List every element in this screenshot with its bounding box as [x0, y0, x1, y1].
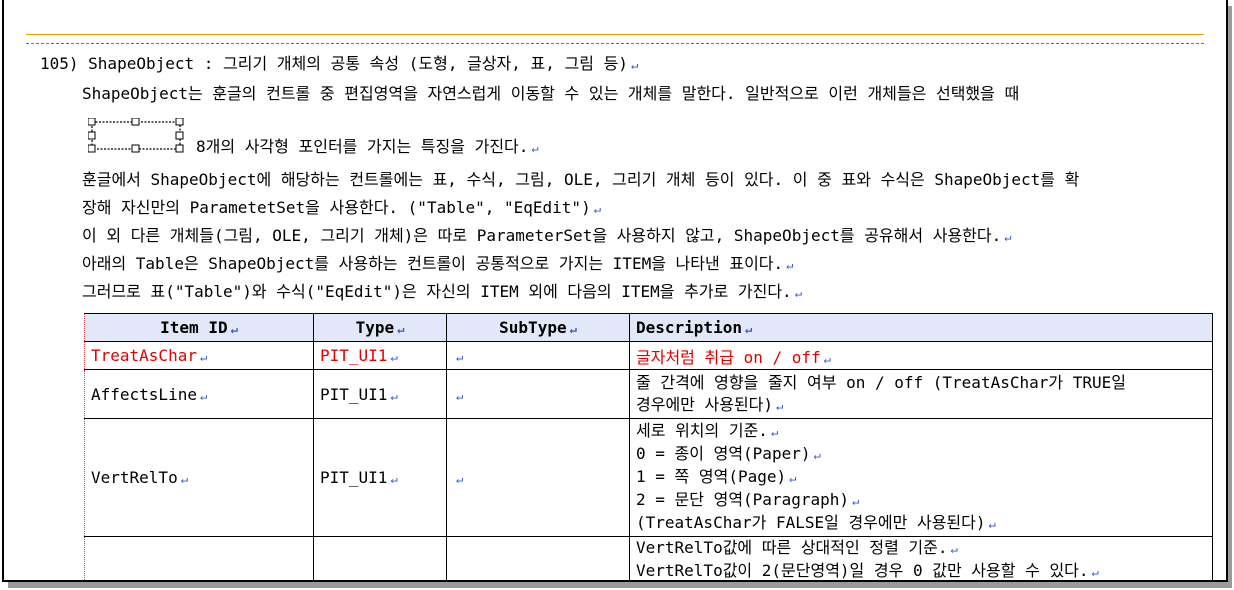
- page-shadow-bottom: [8, 582, 1232, 588]
- return-mark-icon: ↵: [390, 388, 398, 403]
- paragraph-4: 아래의 Table은 ShapeObject를 사용하는 컨트롤이 공통적으로 …: [82, 254, 794, 273]
- description-line: (TreatAsChar가 FALSE일 경우에만 사용된다) ↵: [636, 513, 996, 532]
- cell-item-id: VertRelTo ↵: [84, 418, 314, 537]
- header-dashed-rule: [26, 43, 1204, 44]
- cell-subtype: [446, 536, 630, 580]
- cell-type: [313, 536, 447, 580]
- return-mark-icon: ↵: [390, 350, 398, 364]
- return-mark-icon: ↵: [397, 322, 405, 336]
- return-mark-icon: ↵: [569, 322, 577, 336]
- cell-item-id: [84, 536, 314, 580]
- return-mark-icon: ↵: [456, 350, 464, 364]
- cell-item-id: TreatAsChar ↵: [84, 341, 314, 370]
- description-line: VertRelTo값이 2(문단영역)일 경우 0 값만 사용할 수 있다. ↵: [636, 561, 1099, 580]
- return-mark-icon: ↵: [744, 322, 753, 336]
- return-mark-icon: ↵: [813, 448, 821, 462]
- return-mark-icon: ↵: [950, 542, 958, 556]
- return-mark-icon: ↵: [456, 472, 464, 486]
- description-line: 줄 간격에 영향을 줄지 여부 on / off (TreatAsChar가 T…: [636, 372, 1126, 392]
- selection-handles-figure: [88, 118, 184, 153]
- item-table: Item ID ↵ Type ↵ SubType ↵ Description ↵ Tre…: [84, 313, 1213, 580]
- cell-type: PIT_UI1 ↵: [313, 369, 447, 419]
- table-row: AffectsLine ↵ PIT_UI1 ↵ ↵ 줄 간격에 영향을 줄지 여부 …: [84, 369, 1213, 419]
- table-row: VertRelTo값에 따른 상대적인 정렬 기준. ↵ VertRelTo값이 …: [84, 536, 1213, 580]
- description-line: 1 = 쪽 영역(Page) ↵: [636, 467, 797, 486]
- cell-description: 세로 위치의 기준. ↵ 0 = 종이 영역(Paper) ↵ 1 = 쪽 영역(P…: [629, 418, 1213, 537]
- return-mark-icon: ↵: [180, 472, 188, 486]
- return-mark-icon: ↵: [786, 258, 794, 272]
- return-mark-icon: ↵: [199, 388, 208, 403]
- return-mark-icon: ↵: [988, 517, 996, 531]
- column-header-item-id: Item ID ↵: [84, 313, 314, 342]
- return-mark-icon: ↵: [823, 351, 831, 366]
- return-mark-icon: ↵: [1004, 230, 1012, 244]
- return-mark-icon: ↵: [770, 425, 779, 439]
- document-page[interactable]: 105) ShapeObject : 그리기 개체의 공통 속성 (도형, 글상…: [2, 0, 1228, 582]
- return-mark-icon: ↵: [199, 350, 208, 364]
- paragraph-2-line-2: 장해 자신만의 ParametetSet을 사용한다. ("Table", "E…: [82, 198, 601, 217]
- paragraph-1-continued: 8개의 사각형 포인터를 가지는 특징을 가진다. ↵: [196, 137, 539, 156]
- paragraph-1: ShapeObject는 훈글의 컨트롤 중 편집영역을 자연스럽게 이동할 수…: [82, 84, 1020, 103]
- column-header-description: Description ↵: [629, 313, 1213, 342]
- paragraph-3: 이 외 다른 개체들(그림, OLE, 그리기 개체)은 따로 Paramete…: [82, 226, 1012, 245]
- description-line: VertRelTo값에 따른 상대적인 정렬 기준. ↵: [636, 538, 958, 557]
- return-mark-icon: ↵: [852, 494, 860, 508]
- paragraph-2-line-1: 훈글에서 ShapeObject에 해당하는 컨트롤에는 표, 수식, 그림, …: [82, 170, 1080, 189]
- paragraph-5: 그러므로 표("Table")와 수식("EqEdit")은 자신의 ITEM …: [82, 282, 802, 301]
- return-mark-icon: ↵: [794, 286, 802, 300]
- return-mark-icon: ↵: [456, 388, 464, 403]
- return-mark-icon: ↵: [776, 398, 784, 413]
- cell-type: PIT_UI1 ↵: [313, 418, 447, 537]
- cell-description: 글자처럼 취급 on / off ↵: [629, 341, 1213, 370]
- return-mark-icon: ↵: [789, 471, 797, 485]
- cell-subtype: ↵: [446, 341, 630, 370]
- cell-description: VertRelTo값에 따른 상대적인 정렬 기준. ↵ VertRelTo값이 …: [629, 536, 1213, 580]
- cell-item-id: AffectsLine ↵: [84, 369, 314, 419]
- description-line: 0 = 종이 영역(Paper) ↵: [636, 444, 821, 463]
- description-line: 경우에만 사용된다) ↵: [636, 394, 784, 414]
- cell-description: 줄 간격에 영향을 줄지 여부 on / off (TreatAsChar가 T…: [629, 369, 1213, 419]
- column-header-subtype: SubType ↵: [446, 313, 630, 342]
- cell-type: PIT_UI1 ↵: [313, 341, 447, 370]
- description-line: 2 = 문단 영역(Paragraph) ↵: [636, 490, 860, 509]
- table-row: TreatAsChar ↵ PIT_UI1 ↵ ↵ 글자처럼 취급 on / off…: [84, 341, 1213, 370]
- cell-subtype: ↵: [446, 418, 630, 537]
- return-mark-icon: ↵: [630, 58, 639, 72]
- return-mark-icon: ↵: [593, 202, 601, 216]
- cell-subtype: ↵: [446, 369, 630, 419]
- description-line: 세로 위치의 기준. ↵: [636, 421, 779, 440]
- table-header-row: Item ID ↵ Type ↵ SubType ↵ Description ↵: [84, 313, 1213, 342]
- return-mark-icon: ↵: [1091, 565, 1099, 579]
- return-mark-icon: ↵: [230, 322, 238, 336]
- header-rule: [26, 34, 1204, 35]
- table-row: VertRelTo ↵ PIT_UI1 ↵ ↵ 세로 위치의 기준. ↵ 0 = 종이…: [84, 418, 1213, 537]
- section-heading: 105) ShapeObject : 그리기 개체의 공통 속성 (도형, 글상…: [40, 54, 639, 73]
- return-mark-icon: ↵: [531, 141, 539, 155]
- return-mark-icon: ↵: [390, 472, 398, 486]
- column-header-type: Type ↵: [313, 313, 447, 342]
